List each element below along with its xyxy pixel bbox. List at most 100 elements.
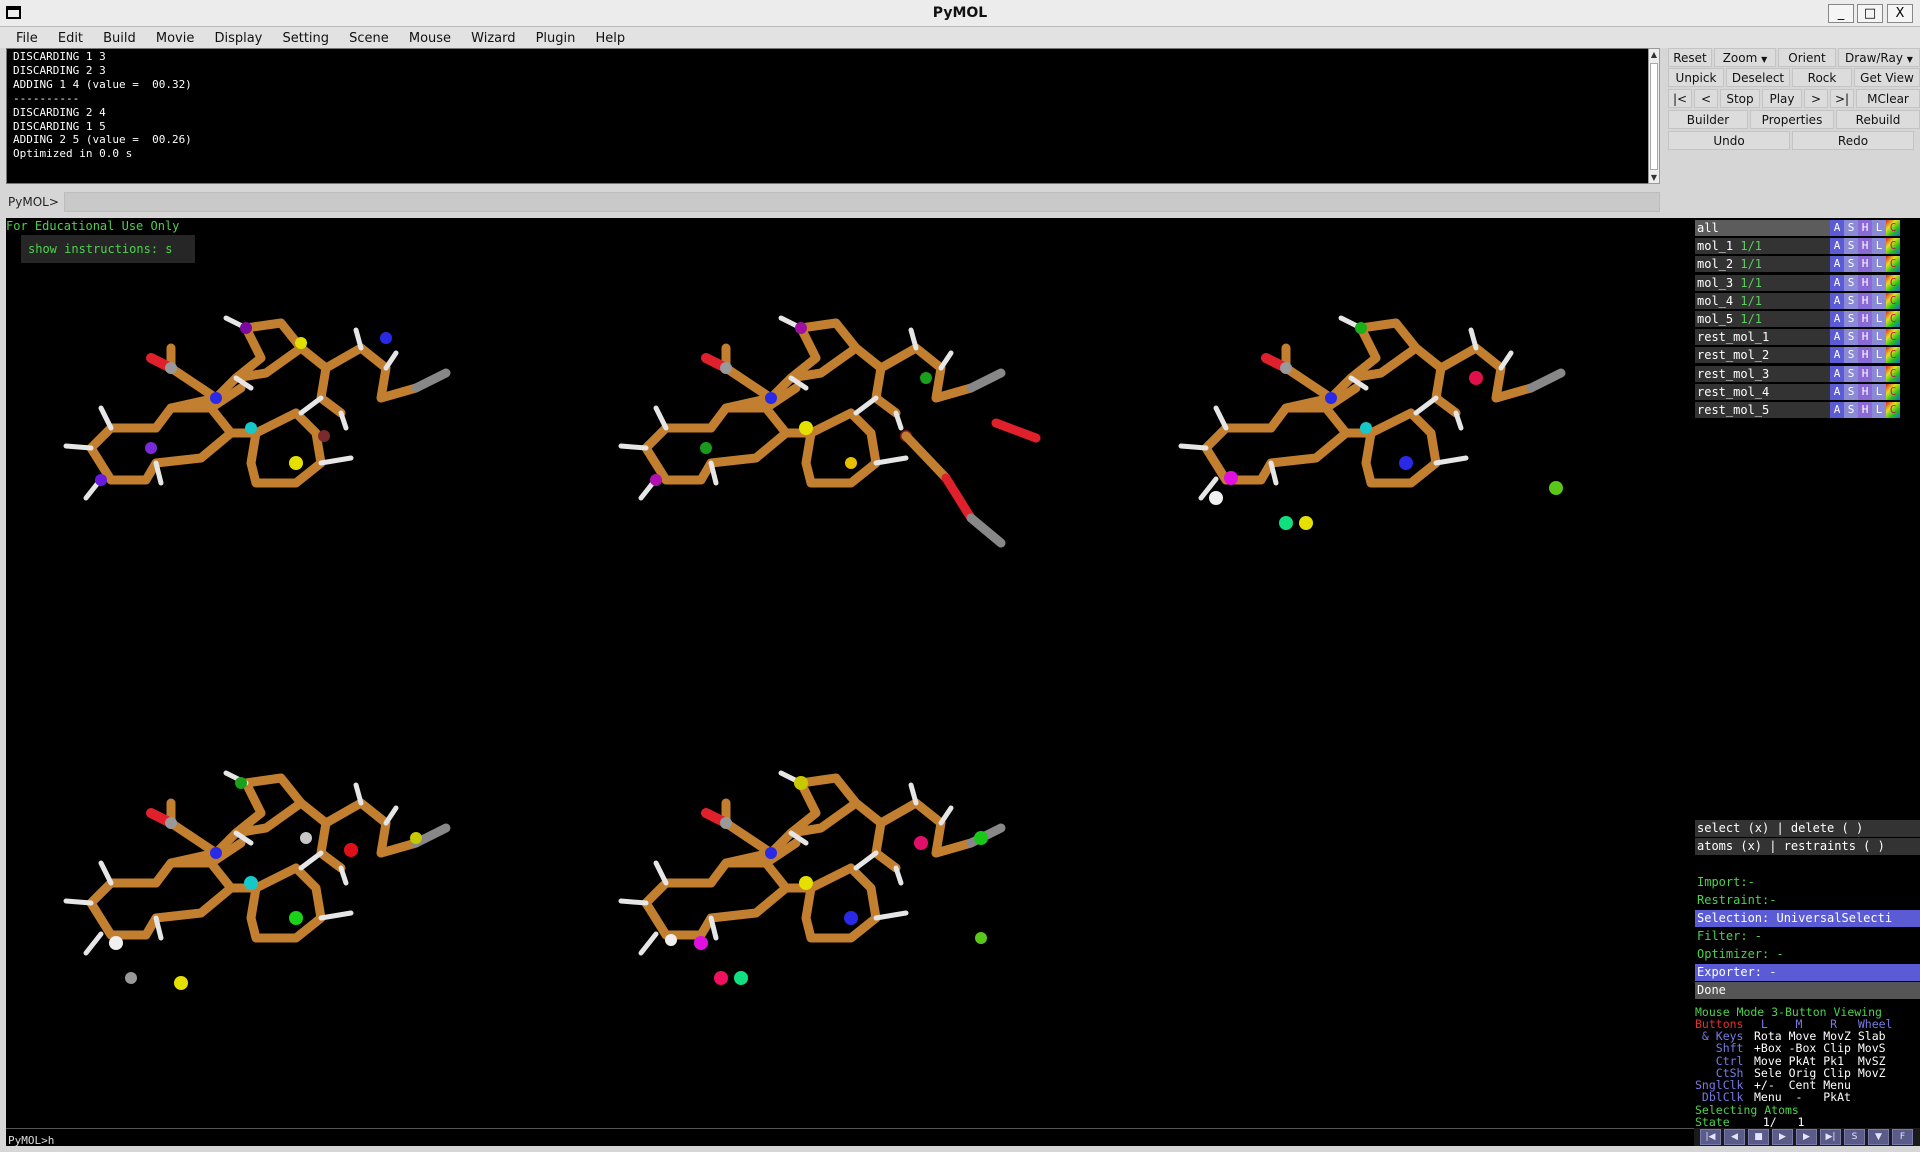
object-row[interactable]: mol_2 1/1 A S H L C — [1694, 256, 1920, 273]
get-view-button[interactable]: Get View — [1854, 68, 1920, 87]
scene-menu-icon[interactable]: ▼ — [1868, 1129, 1889, 1145]
show-button[interactable]: S — [1844, 402, 1858, 418]
molecule-mol-4[interactable] — [66, 773, 446, 990]
label-button[interactable]: L — [1872, 256, 1886, 273]
scroll-up-arrow-icon[interactable]: ▲ — [1649, 50, 1659, 59]
color-button[interactable]: C — [1886, 238, 1900, 255]
stop-button[interactable]: Stop — [1720, 89, 1760, 108]
label-button[interactable]: L — [1872, 383, 1886, 400]
scrollbar-thumb[interactable] — [1650, 63, 1658, 170]
rebuild-button[interactable]: Rebuild — [1836, 110, 1920, 129]
fast-forward-icon[interactable]: ▶| — [1820, 1129, 1841, 1145]
show-button[interactable]: S — [1844, 256, 1858, 273]
hide-button[interactable]: H — [1858, 311, 1872, 327]
molecule-mol-3[interactable] — [1181, 318, 1563, 530]
wizard-optimizer[interactable]: Optimizer: - — [1695, 946, 1920, 963]
deselect-button[interactable]: Deselect — [1726, 68, 1790, 87]
action-button[interactable]: A — [1830, 365, 1844, 382]
menu-display[interactable]: Display — [214, 29, 262, 49]
wizard-done-button[interactable]: Done — [1695, 982, 1920, 999]
menu-build[interactable]: Build — [103, 29, 136, 49]
menu-edit[interactable]: Edit — [58, 29, 83, 49]
hide-button[interactable]: H — [1858, 329, 1872, 346]
label-button[interactable]: L — [1872, 402, 1886, 418]
zoom-button[interactable]: Zoom ▼ — [1714, 48, 1776, 67]
object-name[interactable]: mol_2 1/1 — [1695, 256, 1830, 273]
object-name[interactable]: all — [1695, 220, 1830, 236]
object-row[interactable]: rest_mol_4 ASHLC — [1694, 383, 1920, 401]
action-button[interactable]: A — [1830, 238, 1844, 255]
color-button[interactable]: C — [1886, 256, 1900, 273]
menu-help[interactable]: Help — [595, 29, 625, 49]
molecule-mol-5[interactable] — [621, 773, 1001, 985]
rock-button[interactable]: Rock — [1792, 68, 1852, 87]
undo-button[interactable]: Undo — [1668, 131, 1790, 150]
hide-button[interactable]: H — [1858, 383, 1872, 400]
action-button[interactable]: A — [1830, 292, 1844, 309]
3d-viewer[interactable]: For Educational Use Only show instructio… — [6, 218, 1694, 1128]
wizard-restraint[interactable]: Restraint:- — [1695, 892, 1920, 909]
molecule-scene[interactable] — [6, 218, 1694, 1128]
prev-frame-button[interactable]: < — [1694, 89, 1718, 108]
show-button[interactable]: S — [1844, 329, 1858, 346]
first-frame-button[interactable]: |< — [1668, 89, 1692, 108]
object-name[interactable]: mol_5 1/1 — [1695, 311, 1830, 327]
label-button[interactable]: L — [1872, 238, 1886, 255]
action-button[interactable]: A — [1830, 274, 1844, 291]
show-button[interactable]: S — [1844, 347, 1858, 364]
object-name[interactable]: rest_mol_4 — [1695, 383, 1830, 400]
step-back-icon[interactable]: ◀ — [1724, 1129, 1745, 1145]
action-button[interactable]: A — [1830, 220, 1844, 236]
color-button[interactable]: C — [1886, 311, 1900, 327]
menu-setting[interactable]: Setting — [282, 29, 329, 49]
object-row[interactable]: rest_mol_5 ASHLC — [1694, 402, 1920, 419]
action-button[interactable]: A — [1830, 256, 1844, 273]
show-button[interactable]: S — [1844, 238, 1858, 255]
menu-scene[interactable]: Scene — [349, 29, 389, 49]
label-button[interactable]: L — [1872, 292, 1886, 309]
show-button[interactable]: S — [1844, 365, 1858, 382]
hide-button[interactable]: H — [1858, 292, 1872, 309]
menu-movie[interactable]: Movie — [156, 29, 194, 49]
wizard-import[interactable]: Import:- — [1695, 874, 1920, 891]
color-button[interactable]: C — [1886, 274, 1900, 291]
mclear-button[interactable]: MClear — [1856, 89, 1920, 108]
object-name[interactable]: rest_mol_2 — [1695, 347, 1830, 364]
color-button[interactable]: C — [1886, 292, 1900, 309]
properties-button[interactable]: Properties — [1750, 110, 1834, 129]
color-button[interactable]: C — [1886, 347, 1900, 364]
play-icon[interactable]: ▶ — [1772, 1129, 1793, 1145]
object-name[interactable]: mol_4 1/1 — [1695, 292, 1830, 309]
hide-button[interactable]: H — [1858, 238, 1872, 255]
action-button[interactable]: A — [1830, 383, 1844, 400]
wizard-filter[interactable]: Filter: - — [1695, 928, 1920, 945]
wizard-atoms-line[interactable]: atoms (x) | restraints ( ) — [1695, 838, 1920, 855]
hide-button[interactable]: H — [1858, 402, 1872, 418]
reset-button[interactable]: Reset — [1668, 48, 1712, 67]
label-button[interactable]: L — [1872, 329, 1886, 346]
next-frame-button[interactable]: > — [1804, 89, 1828, 108]
label-button[interactable]: L — [1872, 347, 1886, 364]
show-button[interactable]: S — [1844, 292, 1858, 309]
color-button[interactable]: C — [1886, 329, 1900, 346]
object-name[interactable]: rest_mol_3 — [1695, 365, 1830, 382]
action-button[interactable]: A — [1830, 347, 1844, 364]
object-row[interactable]: rest_mol_2 ASHLC — [1694, 347, 1920, 364]
minimize-button[interactable]: _ — [1828, 4, 1854, 23]
menu-file[interactable]: File — [16, 29, 38, 49]
action-button[interactable]: A — [1830, 311, 1844, 327]
draw-ray-button[interactable]: Draw/Ray ▼ — [1838, 48, 1920, 67]
label-button[interactable]: L — [1872, 311, 1886, 327]
last-frame-button[interactable]: >| — [1830, 89, 1854, 108]
object-row[interactable]: mol_1 1/1 A S H L C — [1694, 238, 1920, 255]
output-console[interactable]: DISCARDING 1 3 DISCARDING 2 3 ADDING 1 4… — [6, 48, 1649, 184]
wizard-select-line[interactable]: select (x) | delete ( ) — [1695, 820, 1920, 837]
show-button[interactable]: S — [1844, 220, 1858, 236]
wizard-selection[interactable]: Selection: UniversalSelecti — [1695, 910, 1920, 927]
action-button[interactable]: A — [1830, 329, 1844, 346]
label-button[interactable]: L — [1872, 365, 1886, 382]
hide-button[interactable]: H — [1858, 274, 1872, 291]
object-row[interactable]: mol_3 1/1 A S H L C — [1694, 274, 1920, 292]
molecule-mol-1[interactable] — [66, 318, 446, 498]
show-button[interactable]: S — [1844, 311, 1858, 327]
